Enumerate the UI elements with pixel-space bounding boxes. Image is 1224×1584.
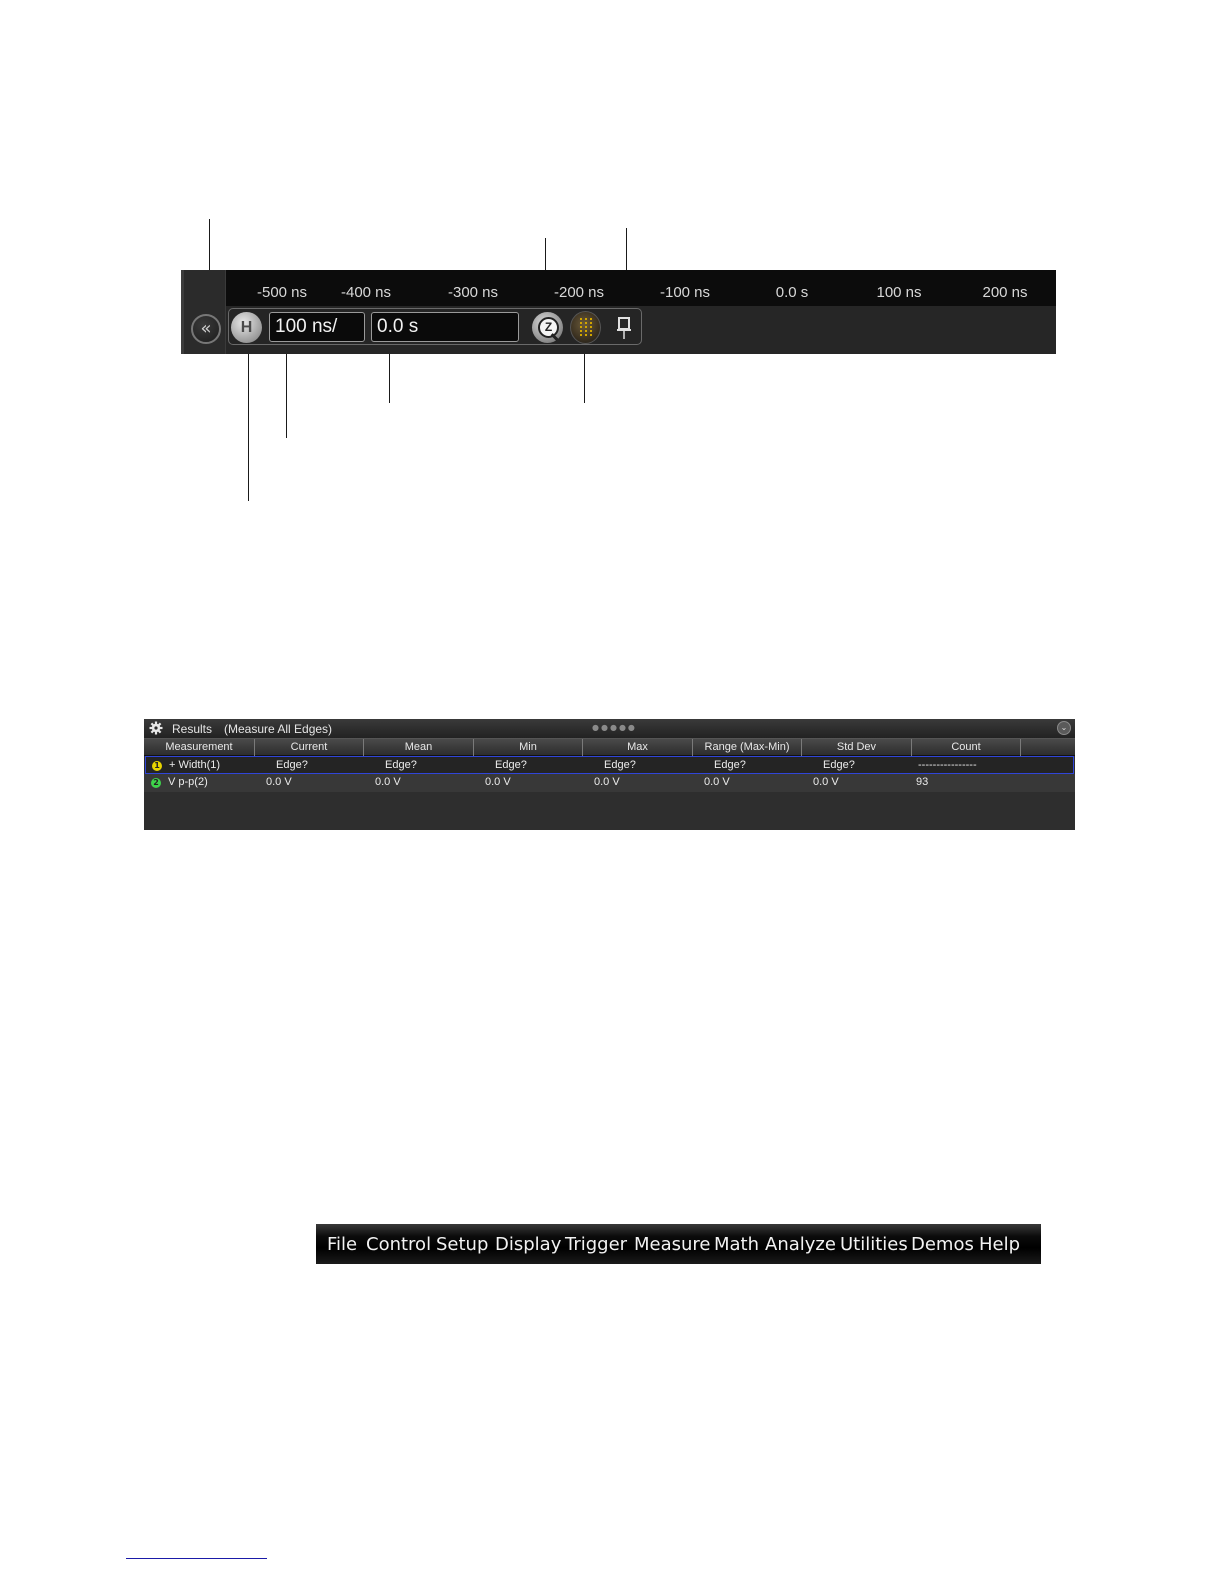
column-header[interactable]: Count (912, 739, 1021, 756)
results-panel: Results (Measure All Edges) ●●●●● ⌄ Meas… (144, 719, 1075, 830)
gear-icon[interactable] (149, 721, 163, 735)
mean-cell: Edge? (385, 759, 417, 771)
tick-label: 200 ns (982, 284, 1028, 301)
collapse-chevrons-icon[interactable]: « (191, 314, 221, 344)
tick-label: 100 ns (876, 284, 922, 301)
count-cell: 93 (916, 776, 929, 788)
table-row[interactable]: 1 + Width(1) Edge? Edge? Edge? Edge? Edg… (145, 756, 1074, 774)
menu-item-utilities[interactable]: Utilities (840, 1234, 908, 1255)
menu-item-math[interactable]: Math (714, 1234, 759, 1255)
zoom-handle (550, 333, 559, 341)
max-cell: 0.0 V (594, 776, 620, 788)
count-cell: ---------------- (918, 759, 977, 771)
source-badge: 2 (151, 778, 161, 788)
horizontal-h-icon[interactable]: H (231, 312, 262, 343)
knob-grip (580, 318, 582, 337)
menu-item-demos[interactable]: Demos (911, 1234, 974, 1255)
collapse-panel-icon[interactable]: ⌄ (1057, 721, 1071, 735)
tick-label: 0.0 s (775, 284, 809, 301)
panel-grip-dots[interactable]: ●●●●● (592, 723, 637, 732)
source-badge: 1 (152, 761, 162, 771)
menu-item-setup[interactable]: Setup (436, 1234, 488, 1255)
menu-item-display[interactable]: Display (495, 1234, 561, 1255)
zoom-letter: Z (538, 317, 559, 338)
column-header[interactable]: Min (474, 739, 583, 756)
mean-cell: 0.0 V (375, 776, 401, 788)
tick-label: -100 ns (659, 284, 711, 301)
menu-item-control[interactable]: Control (366, 1234, 431, 1255)
tick-label: -200 ns (553, 284, 605, 301)
horizontal-position-field[interactable]: 0.0 s (371, 312, 519, 342)
time-ruler[interactable]: -500 ns -400 ns -300 ns -200 ns -100 ns … (226, 270, 1056, 306)
measurement-name: V p-p(2) (168, 776, 208, 788)
min-cell: 0.0 V (485, 776, 511, 788)
callout-line-h-button (248, 341, 249, 501)
std-dev-cell: 0.0 V (813, 776, 839, 788)
menu-bar: File Control Setup Display Trigger Measu… (316, 1224, 1041, 1264)
tick-label: -500 ns (256, 284, 308, 301)
pin-icon[interactable] (617, 316, 631, 340)
column-header[interactable]: Range (Max-Min) (693, 739, 802, 756)
results-subtitle: (Measure All Edges) (224, 722, 333, 736)
column-header[interactable]: Mean (364, 739, 474, 756)
table-row[interactable]: 2 V p-p(2) 0.0 V 0.0 V 0.0 V 0.0 V 0.0 V… (144, 774, 1075, 792)
std-dev-cell: Edge? (823, 759, 855, 771)
range-cell: 0.0 V (704, 776, 730, 788)
zoom-magnifier-icon[interactable]: Z (532, 312, 563, 343)
column-header[interactable]: Std Dev (802, 739, 912, 756)
results-title: Results (172, 722, 213, 736)
footnote-rule (126, 1558, 267, 1559)
column-header[interactable]: Measurement (144, 739, 255, 756)
menu-item-analyze[interactable]: Analyze (765, 1234, 836, 1255)
results-title-bar: Results (Measure All Edges) ●●●●● ⌄ (144, 719, 1075, 738)
current-cell: Edge? (276, 759, 308, 771)
min-cell: Edge? (495, 759, 527, 771)
callout-line-scale (286, 341, 287, 438)
menu-item-help[interactable]: Help (979, 1234, 1020, 1255)
menu-item-file[interactable]: File (327, 1234, 357, 1255)
current-cell: 0.0 V (266, 776, 292, 788)
horizontal-scale-field[interactable]: 100 ns/ (269, 312, 365, 342)
callout-line-ruler-2 (626, 228, 627, 271)
knob-grip (590, 318, 592, 337)
tick-label: -400 ns (340, 284, 392, 301)
knob-grip (585, 318, 587, 337)
range-cell: Edge? (714, 759, 746, 771)
horizontal-knob-icon[interactable] (570, 311, 601, 344)
column-header[interactable]: Current (255, 739, 364, 756)
measurement-name: + Width(1) (169, 759, 221, 771)
max-cell: Edge? (604, 759, 636, 771)
results-column-header: Measurement Current Mean Min Max Range (… (144, 738, 1075, 756)
tick-label: -300 ns (447, 284, 499, 301)
horizontal-control-bar: -500 ns -400 ns -300 ns -200 ns -100 ns … (181, 270, 1056, 354)
menu-item-trigger[interactable]: Trigger (565, 1234, 627, 1255)
callout-line-ruler (545, 238, 546, 271)
menu-item-measure[interactable]: Measure (634, 1234, 711, 1255)
column-header[interactable]: Max (583, 739, 693, 756)
